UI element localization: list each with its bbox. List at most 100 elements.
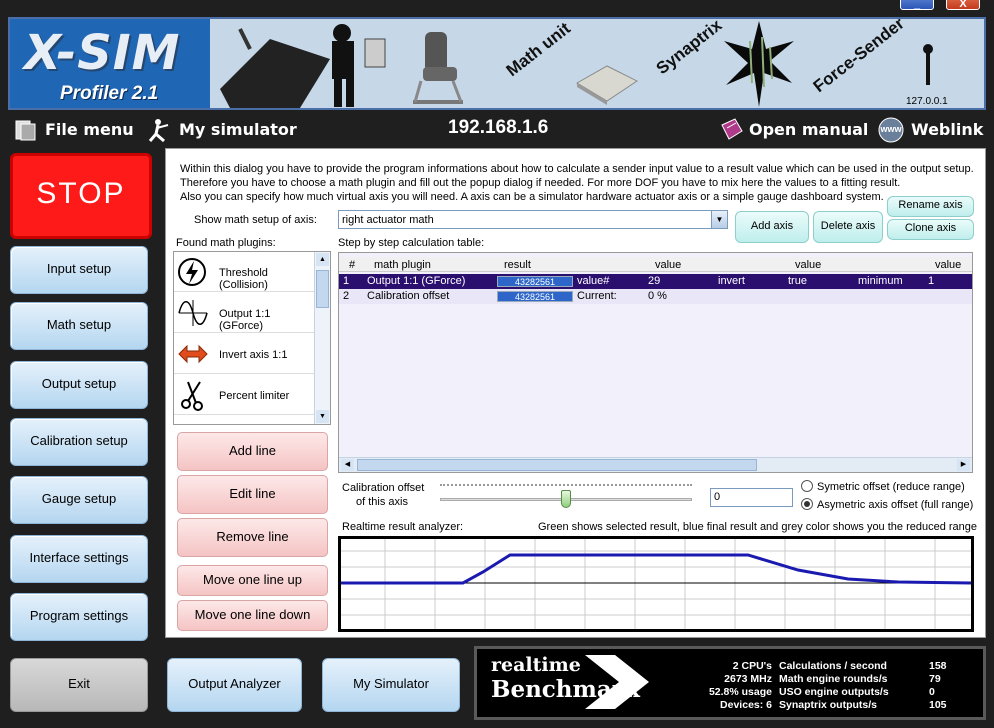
list-item[interactable]: Threshold (Collision): [174, 252, 314, 292]
radio-dot: [804, 501, 810, 507]
calc-table-header: # math plugin result value value value: [339, 257, 972, 272]
calibration-value-input[interactable]: 0: [710, 488, 793, 507]
output-analyzer-button[interactable]: Output Analyzer: [167, 658, 302, 712]
rename-axis-button[interactable]: Rename axis: [887, 196, 974, 217]
chevron-down-icon[interactable]: ▼: [711, 211, 727, 228]
metric-value: 79: [929, 673, 941, 685]
clone-axis-button[interactable]: Clone axis: [887, 219, 974, 240]
simulator-illustration: [220, 24, 386, 108]
metric-label: Math engine rounds/s: [779, 673, 888, 685]
logo-text: X-SIM: [24, 25, 181, 81]
synaptrix-icon: [724, 21, 794, 107]
sine-wave-icon: [178, 300, 208, 326]
symetric-radio-label: Symetric offset (reduce range): [817, 481, 965, 493]
row-plugin: Calibration offset: [367, 290, 450, 302]
exit-button[interactable]: Exit: [10, 658, 148, 712]
add-line-button[interactable]: Add line: [177, 432, 328, 471]
slider-thumb[interactable]: [561, 490, 571, 508]
stop-button[interactable]: STOP: [10, 153, 152, 239]
antenna-icon: [923, 44, 933, 85]
row-index: 1: [343, 275, 350, 287]
move-line-down-button[interactable]: Move one line down: [177, 600, 328, 631]
cpu-mhz: 2673 MHz: [724, 673, 772, 685]
header-cell: math plugin: [374, 259, 431, 271]
header-cell: #: [349, 259, 356, 271]
cpu-count: 2 CPU's: [732, 660, 772, 672]
output-setup-button[interactable]: Output setup: [10, 361, 148, 409]
scrollbar-thumb[interactable]: [357, 459, 757, 471]
intro-line-2: Therefore you have to choose a math plug…: [180, 177, 901, 189]
close-button[interactable]: X: [946, 0, 980, 10]
calibration-label-1: Calibration offset: [342, 482, 425, 494]
delete-axis-button[interactable]: Delete axis: [813, 211, 883, 243]
remove-line-button[interactable]: Remove line: [177, 518, 328, 557]
benchmark-system-info: 2 CPU's 2673 MHz 52.8% usage Devices: 6: [682, 660, 772, 712]
scroll-up-icon[interactable]: ▲: [316, 253, 329, 266]
program-settings-button[interactable]: Program settings: [10, 593, 148, 641]
row-result-bar: 43282561: [497, 291, 573, 302]
scroll-left-icon[interactable]: ◀: [341, 459, 354, 471]
localhost-label: 127.0.0.1: [906, 96, 948, 107]
asymetric-radio[interactable]: [801, 498, 813, 510]
scroll-right-icon[interactable]: ▶: [957, 459, 970, 471]
metric-label: Synaptrix outputs/s: [779, 699, 878, 711]
my-simulator-link[interactable]: My simulator: [179, 120, 297, 139]
my-simulator-icon: [148, 119, 169, 143]
slider-ticks: [440, 484, 692, 488]
row-param: value#: [577, 275, 610, 287]
metric-label: USO engine outputs/s: [779, 686, 889, 698]
table-hscrollbar[interactable]: ◀ ▶: [339, 457, 972, 472]
www-badge: www: [880, 124, 902, 134]
row-value: 29: [648, 275, 661, 287]
header-banner: X-SIM Profiler 2.1 Math unit Synaptrix F…: [8, 17, 986, 110]
table-row[interactable]: 1 Output 1:1 (GForce) 43282561 value# 29…: [339, 274, 972, 289]
scrollbar-thumb[interactable]: [316, 270, 329, 308]
plugin-label: Invert axis 1:1: [219, 349, 288, 361]
plugins-list[interactable]: Threshold (Collision) Output 1:1 (GForce…: [173, 251, 331, 425]
scroll-down-icon[interactable]: ▼: [316, 410, 329, 423]
file-menu-link[interactable]: File menu: [45, 120, 134, 139]
axis-select[interactable]: right actuator math ▼: [338, 210, 728, 229]
row-value: 1: [928, 275, 935, 287]
list-item[interactable]: Percent limiter: [174, 375, 314, 415]
calibration-setup-button[interactable]: Calibration setup: [10, 418, 148, 466]
edit-line-button[interactable]: Edit line: [177, 475, 328, 514]
window-controls: _ X: [884, 0, 994, 10]
open-manual-link[interactable]: Open manual: [749, 120, 868, 139]
cpu-usage: 52.8% usage: [708, 686, 772, 698]
my-simulator-button[interactable]: My Simulator: [322, 658, 460, 712]
calibration-slider[interactable]: [440, 484, 692, 508]
lightning-icon: [178, 258, 206, 286]
interface-settings-button[interactable]: Interface settings: [10, 535, 148, 583]
metric-value: 105: [929, 699, 947, 711]
synaptrix-label: Synaptrix: [652, 17, 726, 79]
gauge-setup-button[interactable]: Gauge setup: [10, 476, 148, 524]
weblink-link[interactable]: Weblink: [911, 120, 983, 139]
benchmark-logo-1: realtime: [491, 654, 581, 676]
minimize-button[interactable]: _: [900, 0, 934, 10]
plugin-label: Threshold (Collision): [219, 267, 268, 291]
book-icon: [721, 118, 743, 140]
list-item[interactable]: Invert axis 1:1: [174, 334, 314, 374]
calc-table-title: Step by step calculation table:: [338, 237, 485, 249]
plugins-scrollbar[interactable]: ▲ ▼: [314, 252, 330, 424]
asymetric-radio-label: Asymetric axis offset (full range): [817, 499, 974, 511]
add-axis-button[interactable]: Add axis: [735, 211, 809, 243]
axis-select-label: Show math setup of axis:: [194, 214, 317, 226]
table-row[interactable]: 2 Calibration offset 43282561 Current: 0…: [339, 289, 972, 304]
plugin-label: Percent limiter: [219, 390, 290, 402]
file-menu-icon: [15, 120, 36, 141]
benchmark-logo-2: Benchmark: [491, 676, 640, 703]
metric-value: 158: [929, 660, 947, 672]
move-line-up-button[interactable]: Move one line up: [177, 565, 328, 596]
input-setup-button[interactable]: Input setup: [10, 246, 148, 294]
analyzer-legend: Green shows selected result, blue final …: [538, 521, 978, 533]
benchmark-metric-values: 158 79 0 105: [929, 660, 979, 712]
symetric-radio[interactable]: [801, 480, 813, 492]
intro-line-3: Also you can specify how much virtual ax…: [180, 191, 884, 203]
list-item[interactable]: Output 1:1 (GForce): [174, 293, 314, 333]
math-unit-label: Math unit: [502, 18, 574, 81]
math-setup-button[interactable]: Math setup: [10, 302, 148, 350]
row-plugin: Output 1:1 (GForce): [367, 275, 466, 287]
invert-arrows-icon: [178, 344, 208, 364]
